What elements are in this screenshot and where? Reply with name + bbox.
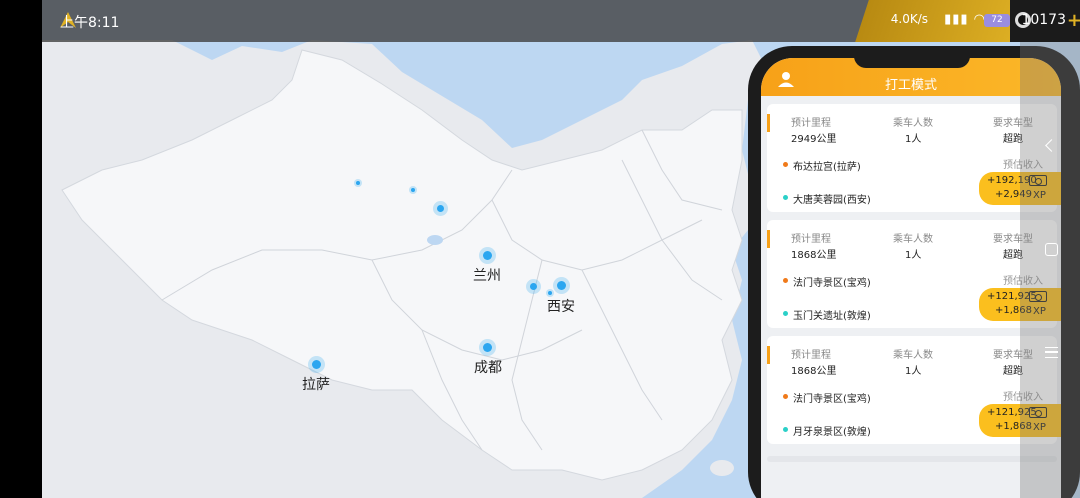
card-accent-bar bbox=[767, 230, 770, 248]
city-dot[interactable] bbox=[548, 291, 552, 295]
phone-notch bbox=[854, 52, 970, 68]
passengers-value: 1人 bbox=[905, 134, 922, 145]
city-dot[interactable] bbox=[530, 283, 537, 290]
add-coins-button[interactable]: + bbox=[1067, 10, 1080, 31]
game-screen: 兰州 西安 成都 拉萨 上午8:11 4.0K/s ▮▮▮ ◠ 72 10173… bbox=[0, 0, 1080, 498]
city-dot-lanzhou[interactable] bbox=[483, 251, 492, 260]
status-bar: 上午8:11 4.0K/s ▮▮▮ ◠ 72 10173 + bbox=[42, 0, 1080, 42]
order-card[interactable]: 预计里程 乘车人数 要求车型 1868公里 1人 超跑 预估收入 法门寺景区(宝… bbox=[767, 220, 1061, 328]
city-dot[interactable] bbox=[356, 181, 360, 185]
passengers-label: 乘车人数 bbox=[893, 350, 933, 361]
city-dot-xian[interactable] bbox=[557, 281, 566, 290]
nav-overlay bbox=[1020, 42, 1080, 498]
menu-button[interactable] bbox=[1036, 337, 1066, 367]
city-dot-chengdu[interactable] bbox=[483, 343, 492, 352]
phone-title: 打工模式 bbox=[884, 78, 937, 93]
city-dot[interactable] bbox=[411, 188, 415, 192]
city-label-chengdu[interactable]: 成都 bbox=[474, 357, 502, 377]
signal-wifi-icon: ▮▮▮ ◠ bbox=[944, 12, 986, 27]
city-dot-lhasa[interactable] bbox=[312, 360, 321, 369]
left-black-bar bbox=[0, 0, 42, 498]
origin-place: 布达拉宫(拉萨) bbox=[793, 162, 861, 173]
destination-dot bbox=[783, 427, 788, 432]
passengers-value: 1人 bbox=[905, 250, 922, 261]
city-label-lanzhou[interactable]: 兰州 bbox=[473, 265, 501, 285]
origin-place: 法门寺景区(宝鸡) bbox=[793, 278, 871, 289]
distance-label: 预计里程 bbox=[791, 234, 831, 245]
destination-place: 月牙泉景区(敦煌) bbox=[793, 427, 871, 438]
order-card[interactable]: 预计里程 乘车人数 要求车型 2949公里 1人 超跑 预估收入 布达拉宫(拉萨… bbox=[767, 104, 1061, 212]
distance-label: 预计里程 bbox=[791, 350, 831, 361]
distance-value: 1868公里 bbox=[791, 250, 837, 261]
destination-place: 玉门关遗址(敦煌) bbox=[793, 311, 871, 322]
battery-icon: 72 bbox=[984, 14, 1010, 27]
destination-dot bbox=[783, 195, 788, 200]
status-right: 4.0K/s ▮▮▮ ◠ 72 10173 + bbox=[855, 0, 1080, 42]
phone-screen: 打工模式 预计里程 乘车人数 要求车型 2949公里 1人 超跑 预估收入 布达… bbox=[761, 58, 1061, 498]
city-label-lhasa[interactable]: 拉萨 bbox=[302, 374, 330, 394]
back-button[interactable] bbox=[1036, 130, 1066, 160]
origin-place: 法门寺景区(宝鸡) bbox=[793, 394, 871, 405]
city-label-xian[interactable]: 西安 bbox=[547, 296, 575, 316]
status-time: 上午8:11 bbox=[60, 15, 120, 31]
card-accent-bar bbox=[767, 114, 770, 132]
destination-dot bbox=[783, 311, 788, 316]
distance-value: 2949公里 bbox=[791, 134, 837, 145]
distance-label: 预计里程 bbox=[791, 118, 831, 129]
origin-dot bbox=[783, 394, 788, 399]
distance-value: 1868公里 bbox=[791, 366, 837, 377]
menu-icon bbox=[1044, 346, 1058, 358]
network-speed: 4.0K/s bbox=[890, 12, 928, 26]
passengers-label: 乘车人数 bbox=[893, 234, 933, 245]
origin-dot bbox=[783, 162, 788, 167]
passengers-label: 乘车人数 bbox=[893, 118, 933, 129]
home-button[interactable] bbox=[1036, 234, 1066, 264]
order-card[interactable]: 预计里程 乘车人数 要求车型 1868公里 1人 超跑 预估收入 法门寺景区(宝… bbox=[767, 336, 1061, 444]
destination-place: 大唐芙蓉园(西安) bbox=[793, 195, 871, 206]
square-icon bbox=[1044, 242, 1058, 256]
chevron-left-icon bbox=[1044, 138, 1058, 152]
coin-count: 10173 bbox=[1021, 12, 1066, 28]
origin-dot bbox=[783, 278, 788, 283]
next-card-edge bbox=[767, 456, 1057, 462]
card-accent-bar bbox=[767, 346, 770, 364]
city-dot[interactable] bbox=[437, 205, 444, 212]
passengers-value: 1人 bbox=[905, 366, 922, 377]
